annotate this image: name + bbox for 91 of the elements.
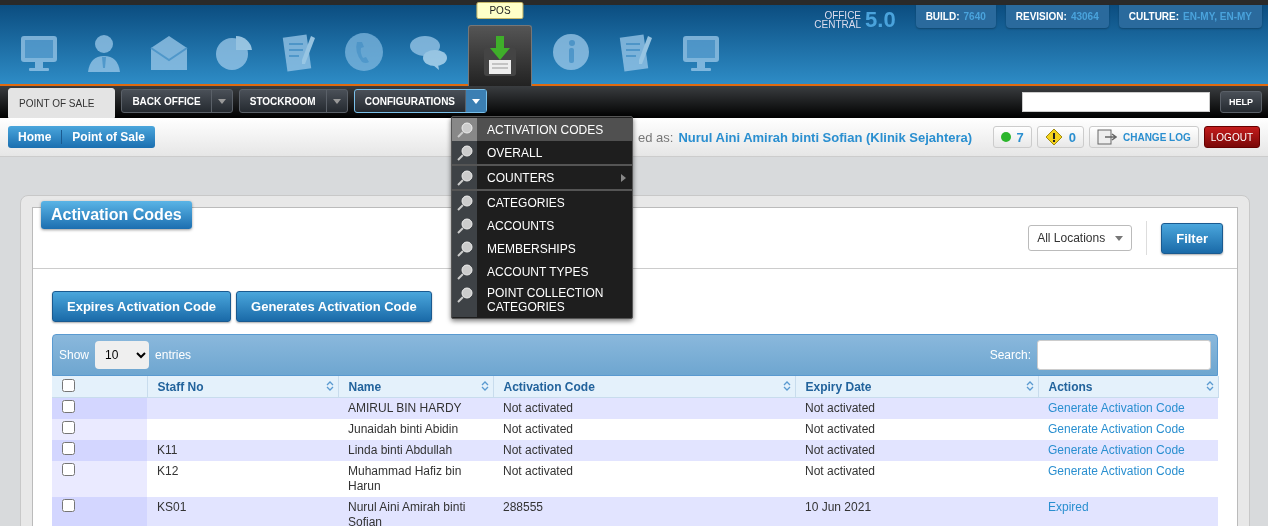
submenu-arrow-icon [621, 173, 626, 182]
table-cell: Not activated [503, 443, 574, 457]
panel-title: Activation Codes [41, 201, 192, 229]
product-name: OFFICE CENTRAL [814, 11, 862, 29]
sort-icon [480, 380, 489, 392]
select-all-checkbox[interactable] [62, 378, 75, 392]
filter-button[interactable]: Filter [1161, 222, 1223, 254]
table-cell: K11 [157, 443, 178, 457]
magnifier-icon [456, 241, 473, 257]
caret-icon [217, 98, 226, 104]
online-button[interactable]: 7 [992, 126, 1032, 148]
info-badge: BUILD: 7640 [915, 5, 996, 28]
magnifier-icon [456, 195, 473, 211]
magnifier-icon [456, 218, 473, 234]
sort-icon [1205, 380, 1214, 392]
column-header[interactable]: Staff No [147, 376, 338, 398]
log-out-icon [1097, 129, 1117, 145]
nav-tab[interactable]: POINT OF SALE [8, 88, 116, 118]
warning-icon [1044, 128, 1063, 146]
row-checkbox[interactable] [62, 442, 75, 455]
page-size-select[interactable]: 10 [95, 341, 150, 369]
column-header[interactable]: Actions [1038, 376, 1218, 398]
table-cell: Not activated [805, 443, 876, 457]
table-cell: Not activated [503, 401, 574, 415]
info-badge: CULTURE: EN-MY, EN-MY [1118, 5, 1262, 28]
caret-icon [332, 98, 341, 104]
menu-item[interactable]: OVERALL [452, 141, 632, 164]
table-cell: Junaidah binti Abidin [348, 422, 459, 436]
warning-button[interactable]: 0 [1036, 126, 1084, 148]
table-cell: AMIRUL BIN HARDY [348, 401, 462, 415]
menu-item[interactable]: ACCOUNTS [452, 214, 632, 237]
row-checkbox[interactable] [62, 499, 75, 512]
product-version: 5.0 [865, 7, 896, 33]
nav-tab[interactable]: STOCKROOM [238, 89, 348, 113]
table-cell: K12 [157, 464, 179, 478]
show-label: Show [59, 348, 90, 362]
row-checkbox[interactable] [62, 463, 75, 476]
action-link[interactable]: Expired [1048, 500, 1089, 514]
column-header[interactable]: Activation Code [493, 376, 795, 398]
action-button[interactable]: Generates Activation Code [236, 291, 432, 322]
magnifier-icon [456, 145, 473, 161]
search-label: Search: [989, 348, 1031, 362]
logout-button[interactable]: LOGOUT [1203, 126, 1260, 148]
help-button[interactable]: HELP [1220, 91, 1262, 113]
table-cell: 288555 [503, 500, 544, 514]
action-link[interactable]: Generate Activation Code [1048, 422, 1185, 436]
breadcrumb-link[interactable]: Home [8, 130, 62, 144]
nav-tab[interactable]: CONFIGURATIONS [353, 89, 488, 113]
user-name: Nurul Aini Amirah binti Sofian (Klinik Sejahtera) [678, 129, 973, 145]
caret-icon [1115, 235, 1124, 241]
sort-icon [782, 380, 791, 392]
table-cell: Not activated [503, 422, 574, 436]
tooltip: POS [476, 2, 524, 19]
table-cell: Muhammad Hafiz bin Harun [348, 464, 462, 493]
magnifier-icon [456, 170, 473, 186]
table-cell: 10 Jun 2021 [805, 500, 872, 514]
logged-in-label: ed as: [638, 129, 674, 145]
location-dropdown[interactable]: All Locations [1028, 225, 1133, 251]
sort-icon [325, 380, 334, 392]
table-cell: Not activated [805, 422, 876, 436]
nav-tab[interactable]: BACK OFFICE [121, 89, 233, 113]
table-cell: Linda binti Abdullah [348, 443, 453, 457]
search-field[interactable] [1022, 92, 1210, 112]
entries-label: entries [155, 348, 192, 362]
magnifier-icon [456, 264, 473, 280]
column-header[interactable]: Name [338, 376, 493, 398]
row-checkbox[interactable] [62, 400, 75, 413]
table-cell: KS01 [157, 500, 187, 514]
table-cell: Not activated [805, 401, 876, 415]
change-log-button[interactable]: CHANGE LOG [1089, 126, 1199, 148]
table-cell: Not activated [805, 464, 876, 478]
sort-icon [1025, 380, 1034, 392]
action-button[interactable]: Expires Activation Code [52, 291, 232, 322]
menu-item[interactable]: POINT COLLECTION CATEGORIES [452, 283, 632, 317]
magnifier-icon [456, 287, 473, 303]
action-link[interactable]: Generate Activation Code [1048, 464, 1185, 478]
menu-item[interactable]: ACCOUNT TYPES [452, 260, 632, 283]
column-header[interactable]: Expiry Date [795, 376, 1038, 398]
breadcrumb-link[interactable]: Point of Sale [61, 130, 156, 144]
menu-item[interactable]: MEMBERSHIPS [452, 237, 632, 260]
table-cell: Nurul Aini Amirah binti Sofian [348, 500, 466, 526]
search-field[interactable] [1037, 340, 1211, 370]
row-checkbox[interactable] [62, 421, 75, 434]
magnifier-icon [456, 122, 473, 138]
table-cell: Not activated [503, 464, 574, 478]
menu-item[interactable]: CATEGORIES [452, 191, 632, 214]
menu-item[interactable]: COUNTERS [452, 166, 632, 189]
info-badge: REVISION: 43064 [1005, 5, 1109, 28]
caret-icon [472, 98, 481, 104]
status-dot-icon [1000, 132, 1011, 142]
menu-item[interactable]: ACTIVATION CODES [452, 118, 632, 141]
